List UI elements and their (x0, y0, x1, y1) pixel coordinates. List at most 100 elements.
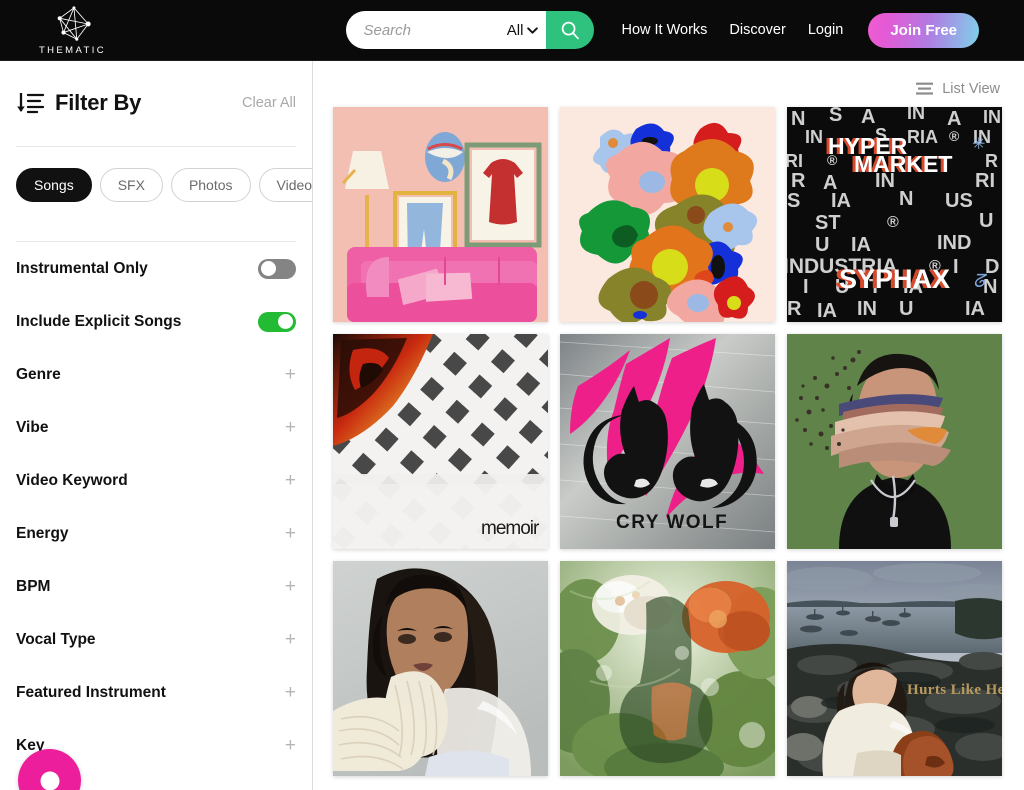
svg-text:US: US (945, 190, 973, 212)
card-green-portrait-smear-album-art[interactable] (787, 334, 1002, 549)
plus-icon[interactable]: + (285, 471, 296, 490)
list-view-toggle[interactable]: List View (916, 81, 1000, 97)
filter-featured-instrument[interactable]: Featured Instrument + (16, 666, 296, 719)
svg-text:I: I (803, 276, 809, 298)
pill-photos[interactable]: Photos (170, 168, 251, 202)
svg-text:IN: IN (907, 107, 925, 123)
search-icon (562, 21, 580, 40)
nav-item-login[interactable]: Login (808, 22, 843, 38)
search-scope-dropdown[interactable]: All (507, 22, 547, 39)
filter-energy-label: Energy (16, 524, 69, 542)
svg-text:D: D (985, 256, 999, 278)
svg-text:U: U (899, 298, 913, 320)
nav-item-discover[interactable]: Discover (729, 22, 785, 38)
hyper-market-album-art: N S A IN A IN IN S RIA ® IN RI ® R R A I (787, 107, 1002, 322)
search-submit-button[interactable] (546, 11, 595, 49)
svg-text:RI: RI (975, 170, 995, 192)
card-hurts-like-hell-shore-album-art[interactable]: Hurts Like Hell (787, 561, 1002, 776)
filter-vibe[interactable]: Vibe + (16, 401, 296, 454)
content-type-pills: Songs SFX Photos Videos (16, 147, 312, 222)
double-exposure-art (560, 561, 775, 776)
svg-text:U: U (815, 234, 829, 256)
pink-living-room-art (333, 107, 548, 322)
svg-text:IA: IA (817, 300, 837, 322)
toggle-include-explicit-switch[interactable] (258, 311, 296, 332)
svg-text:IN: IN (983, 107, 1001, 127)
pill-sfx[interactable]: SFX (99, 168, 163, 202)
toggle-instrumental-only-switch[interactable] (258, 258, 296, 279)
results-area: List View N S A IN A IN IN S RIA ® IN RI… (314, 61, 1024, 790)
svg-text:N: N (983, 276, 997, 298)
card-pink-living-room-illustration[interactable] (333, 107, 548, 322)
search-input[interactable] (363, 11, 484, 49)
filter-genre-label: Genre (16, 365, 61, 383)
main-navigation: How It Works Discover Login (621, 22, 843, 38)
results-toolbar: List View (314, 61, 1024, 103)
cry-wolf-album-art: CRY WOLF (560, 334, 775, 549)
filter-video-keyword-label: Video Keyword (16, 471, 128, 489)
svg-text:MARKET: MARKET (854, 151, 952, 177)
plus-icon[interactable]: + (285, 418, 296, 437)
filter-video-keyword[interactable]: Video Keyword + (16, 454, 296, 507)
plus-icon[interactable]: + (285, 736, 296, 755)
svg-text:memoir: memoir (481, 518, 540, 539)
search-scope-label: All (506, 21, 524, 39)
card-woman-knit-sleeves-portrait[interactable] (333, 561, 548, 776)
list-view-label: List View (942, 81, 1000, 97)
svg-text:IA: IA (965, 298, 985, 320)
search-field-wrapper[interactable]: All (346, 11, 547, 49)
plus-icon[interactable]: + (285, 630, 296, 649)
green-portrait-art (787, 334, 1002, 549)
filter-sidebar: Filter By Clear All Songs SFX Photos Vid… (0, 61, 313, 790)
woman-portrait-art (333, 561, 548, 776)
filter-vocal-type-label: Vocal Type (16, 630, 96, 648)
card-hyper-market-syphax-album-art[interactable]: N S A IN A IN IN S RIA ® IN RI ® R R A I (787, 107, 1002, 322)
svg-text:A: A (861, 107, 875, 128)
filter-energy[interactable]: Energy + (16, 507, 296, 560)
svg-text:U: U (979, 210, 993, 232)
svg-text:IND: IND (937, 232, 971, 254)
svg-text:S: S (829, 107, 842, 126)
memoir-album-art: memoir (333, 334, 548, 549)
filter-vocal-type[interactable]: Vocal Type + (16, 613, 296, 666)
svg-text:IN: IN (805, 127, 823, 147)
pill-videos[interactable]: Videos (258, 168, 312, 202)
card-cry-wolf-cats-album-art[interactable]: CRY WOLF (560, 334, 775, 549)
svg-text:R: R (791, 170, 806, 192)
nav-item-how-it-works[interactable]: How It Works (621, 22, 707, 38)
svg-text:IN: IN (857, 298, 877, 320)
top-header: THEMATIC All How It Works (0, 0, 1024, 61)
svg-text:®: ® (887, 214, 899, 231)
chevron-down-icon (527, 26, 539, 34)
svg-text:CRY WOLF: CRY WOLF (616, 512, 728, 533)
card-double-exposure-foliage-portrait[interactable] (560, 561, 775, 776)
svg-text:I: I (953, 256, 959, 278)
svg-text:IA: IA (831, 190, 851, 212)
plus-icon[interactable]: + (285, 365, 296, 384)
filter-bpm[interactable]: BPM + (16, 560, 296, 613)
site-logo[interactable]: THEMATIC (15, 5, 130, 56)
svg-text:ST: ST (815, 212, 841, 234)
card-abstract-flowers-painting[interactable] (560, 107, 775, 322)
plus-icon[interactable]: + (285, 683, 296, 702)
join-free-button[interactable]: Join Free (868, 12, 979, 48)
pill-songs[interactable]: Songs (16, 168, 92, 202)
filter-genre[interactable]: Genre + (16, 348, 296, 401)
svg-text:S: S (787, 190, 800, 212)
svg-text:RIA: RIA (907, 127, 938, 147)
svg-text:R: R (787, 298, 802, 320)
list-icon (916, 82, 934, 95)
clear-all-button[interactable]: Clear All (242, 95, 296, 111)
svg-text:IA: IA (851, 234, 871, 256)
hurts-like-hell-album-art: Hurts Like Hell (787, 561, 1002, 776)
svg-text:A: A (947, 108, 961, 130)
sort-filter-icon (17, 93, 45, 114)
svg-text:✳: ✳ (972, 136, 985, 153)
toggle-include-explicit[interactable]: Include Explicit Songs (16, 295, 296, 348)
plus-icon[interactable]: + (285, 524, 296, 543)
svg-text:Hurts Like Hell: Hurts Like Hell (907, 682, 1002, 698)
plus-icon[interactable]: + (285, 577, 296, 596)
toggle-instrumental-only[interactable]: Instrumental Only (16, 242, 296, 295)
svg-text:®: ® (949, 128, 960, 144)
card-memoir-lattice-album-art[interactable]: memoir (333, 334, 548, 549)
